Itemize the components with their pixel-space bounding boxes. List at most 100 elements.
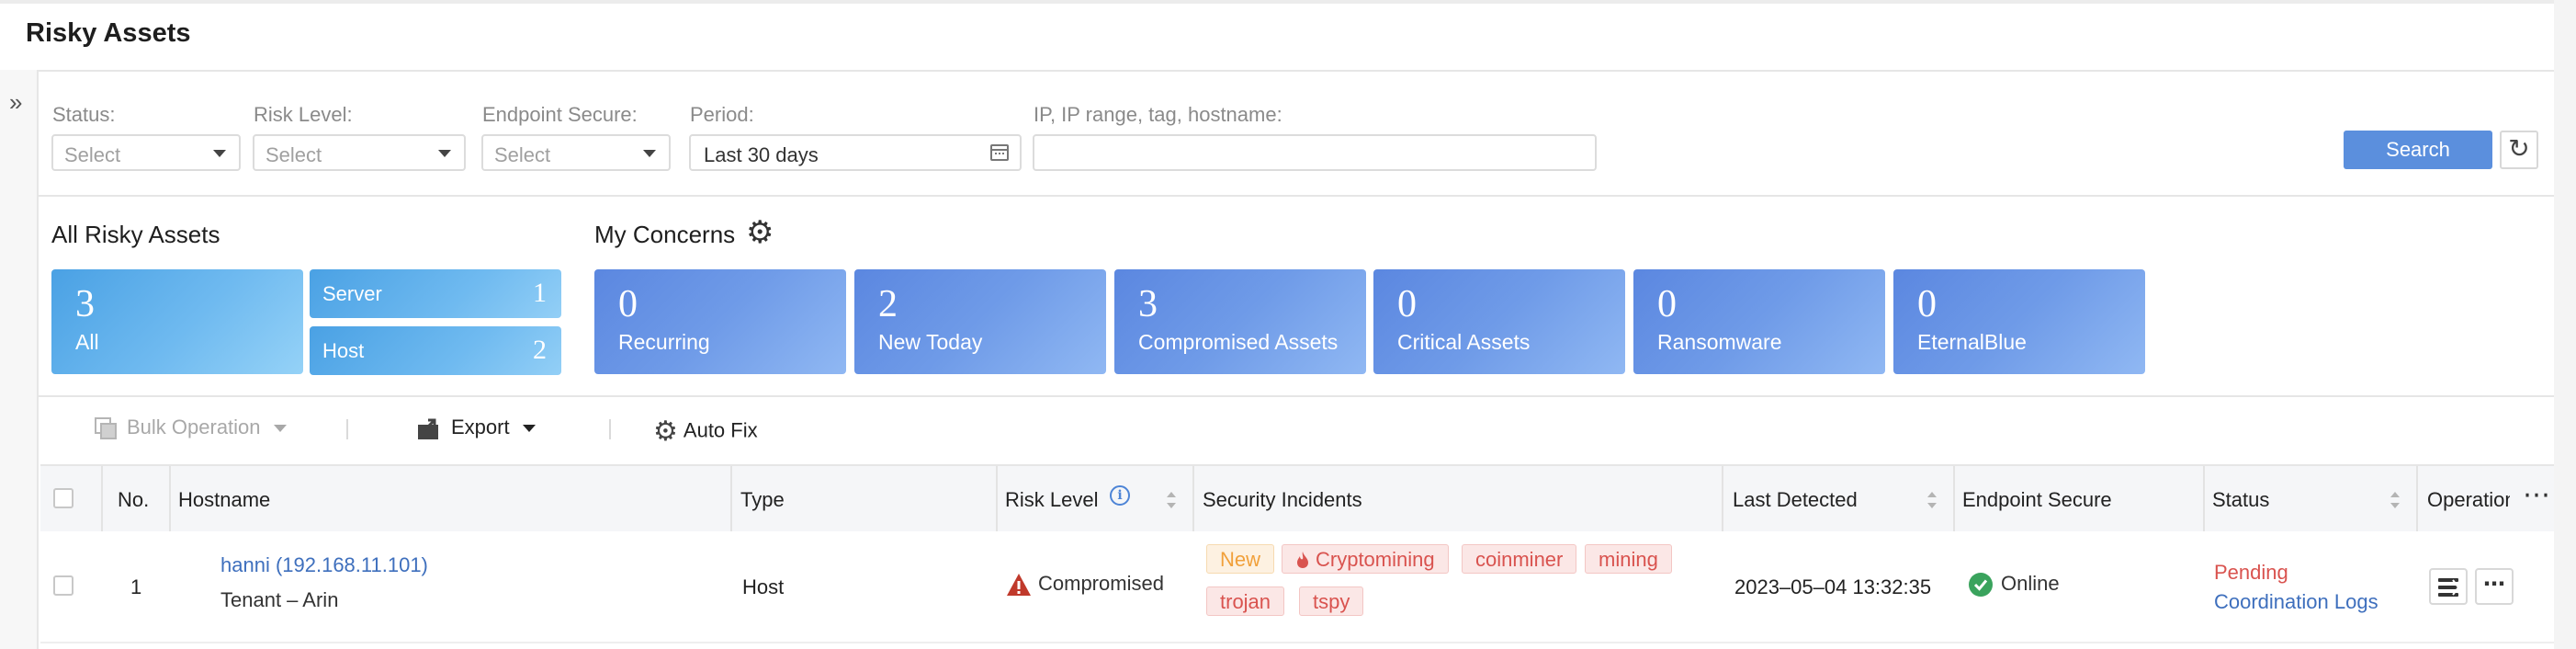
refresh-button[interactable]: ↻: [2500, 131, 2538, 169]
refresh-icon: ↻: [2508, 134, 2530, 163]
status-select-placeholder: Select: [64, 143, 121, 166]
search-input[interactable]: [1033, 134, 1597, 171]
filter-divider: [39, 195, 2554, 197]
concern-card-recurring[interactable]: 0 Recurring: [594, 269, 846, 374]
dropdown-caret-icon: [438, 150, 451, 157]
dropdown-caret-icon: [213, 150, 226, 157]
column-header-no: No.: [118, 488, 150, 511]
incident-tag-tspy: tspy: [1299, 586, 1364, 616]
chevron-down-icon: [522, 425, 536, 433]
export-icon: [418, 418, 438, 440]
warning-icon: [1007, 574, 1031, 597]
expand-icon[interactable]: »: [9, 88, 22, 117]
fire-icon: [1297, 552, 1308, 568]
toolbar-separator: [609, 419, 611, 439]
endpoint-secure-text: Online: [2001, 572, 2060, 595]
concern-label: Critical Assets: [1397, 330, 1531, 354]
concern-card-compromised-assets[interactable]: 3 Compromised Assets: [1114, 269, 1366, 374]
coordination-logs-link[interactable]: Coordination Logs: [2214, 590, 2378, 614]
tenant-name: Tenant – Arin: [220, 588, 339, 611]
stack-icon: [2438, 578, 2460, 597]
risk-level-text: Compromised: [1038, 572, 1164, 595]
table-row: 1 hanni (192.168.11.101) Tenant – Arin H…: [40, 531, 2554, 643]
sort-icon[interactable]: [2390, 492, 2400, 508]
concern-card-ransomware[interactable]: 0 Ransomware: [1633, 269, 1885, 374]
export-label: Export: [451, 416, 510, 438]
search-button[interactable]: Search: [2344, 131, 2492, 169]
more-actions-button[interactable]: ⋯: [2475, 568, 2514, 605]
endpoint-secure-select-placeholder: Select: [494, 143, 551, 166]
column-header-endpoint-secure: Endpoint Secure: [1962, 488, 2112, 511]
column-divider: [101, 466, 103, 532]
period-value: Last 30 days: [704, 143, 819, 166]
incident-tag-cryptomining: Cryptomining: [1282, 544, 1449, 574]
all-assets-card[interactable]: 3 All: [51, 269, 303, 374]
search-box-label: IP, IP range, tag, hostname:: [1034, 103, 1282, 126]
concern-card-eternalblue[interactable]: 0 EternalBlue: [1893, 269, 2145, 374]
column-header-status[interactable]: Status: [2212, 488, 2269, 512]
status-filter-label: Status:: [52, 103, 116, 126]
risk-level-select[interactable]: Select: [253, 134, 466, 171]
row-number: 1: [130, 575, 142, 598]
column-header-type: Type: [740, 488, 785, 511]
concern-label: Recurring: [618, 330, 710, 354]
column-divider: [1953, 466, 1955, 532]
status-select[interactable]: Select: [51, 134, 241, 171]
my-concerns-title: My Concerns: [594, 221, 736, 248]
check-circle-icon: [1969, 573, 1993, 598]
column-divider: [1192, 466, 1194, 532]
concern-card-new-today[interactable]: 2 New Today: [854, 269, 1106, 374]
column-divider: [169, 466, 171, 532]
page-title: Risky Assets: [26, 18, 191, 48]
concern-count: 0: [1397, 283, 1417, 325]
sort-icon[interactable]: [1167, 492, 1176, 508]
concern-count: 0: [1657, 283, 1677, 325]
dropdown-caret-icon: [643, 150, 656, 157]
column-settings-more-icon[interactable]: ⋯: [2523, 479, 2551, 511]
host-card[interactable]: Host 2: [310, 326, 561, 375]
row-checkbox[interactable]: [53, 575, 73, 596]
incident-tag-trojan: trojan: [1206, 586, 1285, 616]
title-divider: [0, 70, 2554, 72]
column-divider: [996, 466, 998, 532]
last-detected-value: 2023–05–04 13:32:35: [1734, 575, 1932, 598]
column-divider: [730, 466, 732, 532]
concern-card-critical-assets[interactable]: 0 Critical Assets: [1373, 269, 1625, 374]
column-header-hostname: Hostname: [178, 488, 271, 511]
table-header: No. Hostname Type Risk Level Security In…: [40, 464, 2554, 534]
side-collapse-strip: [0, 70, 39, 649]
cards-divider: [39, 395, 2554, 397]
calendar-icon: [990, 144, 1009, 161]
bulk-operation-label: Bulk Operation: [127, 416, 261, 438]
concern-label: Compromised Assets: [1138, 330, 1339, 354]
risk-level-value: Compromised: [1005, 572, 1164, 598]
bulk-operation-button[interactable]: Bulk Operation: [94, 416, 287, 440]
export-button[interactable]: Export: [416, 416, 536, 441]
column-header-operation: Operation: [2427, 488, 2510, 511]
column-header-last-detected[interactable]: Last Detected: [1733, 488, 1858, 512]
concern-count: 2: [878, 283, 898, 325]
right-gutter: [2554, 0, 2576, 649]
all-assets-label: All: [75, 330, 99, 354]
concern-label: EternalBlue: [1917, 330, 2027, 354]
endpoint-secure-select[interactable]: Select: [481, 134, 671, 171]
hostname-link[interactable]: hanni (192.168.11.101): [220, 553, 428, 577]
risk-level-select-placeholder: Select: [266, 143, 322, 166]
server-card[interactable]: Server 1: [310, 269, 561, 318]
host-label: Host: [322, 339, 365, 362]
column-divider: [2416, 466, 2418, 532]
incident-tag-mining: mining: [1585, 544, 1672, 574]
window-top-strip: [0, 0, 2554, 4]
concern-label: New Today: [878, 330, 983, 354]
period-picker[interactable]: Last 30 days: [689, 134, 1022, 171]
sort-icon[interactable]: [1927, 492, 1937, 508]
auto-fix-button[interactable]: ⚙ Auto Fix: [653, 416, 758, 448]
column-divider: [2203, 466, 2205, 532]
column-header-risk-level[interactable]: Risk Level: [1005, 488, 1098, 512]
select-all-checkbox[interactable]: [53, 488, 73, 508]
info-icon[interactable]: i: [1110, 485, 1130, 506]
gear-icon[interactable]: ⚙: [746, 217, 774, 248]
coordination-button[interactable]: [2429, 568, 2468, 605]
concern-count: 3: [1138, 283, 1158, 325]
status-value: Pending: [2214, 561, 2288, 584]
